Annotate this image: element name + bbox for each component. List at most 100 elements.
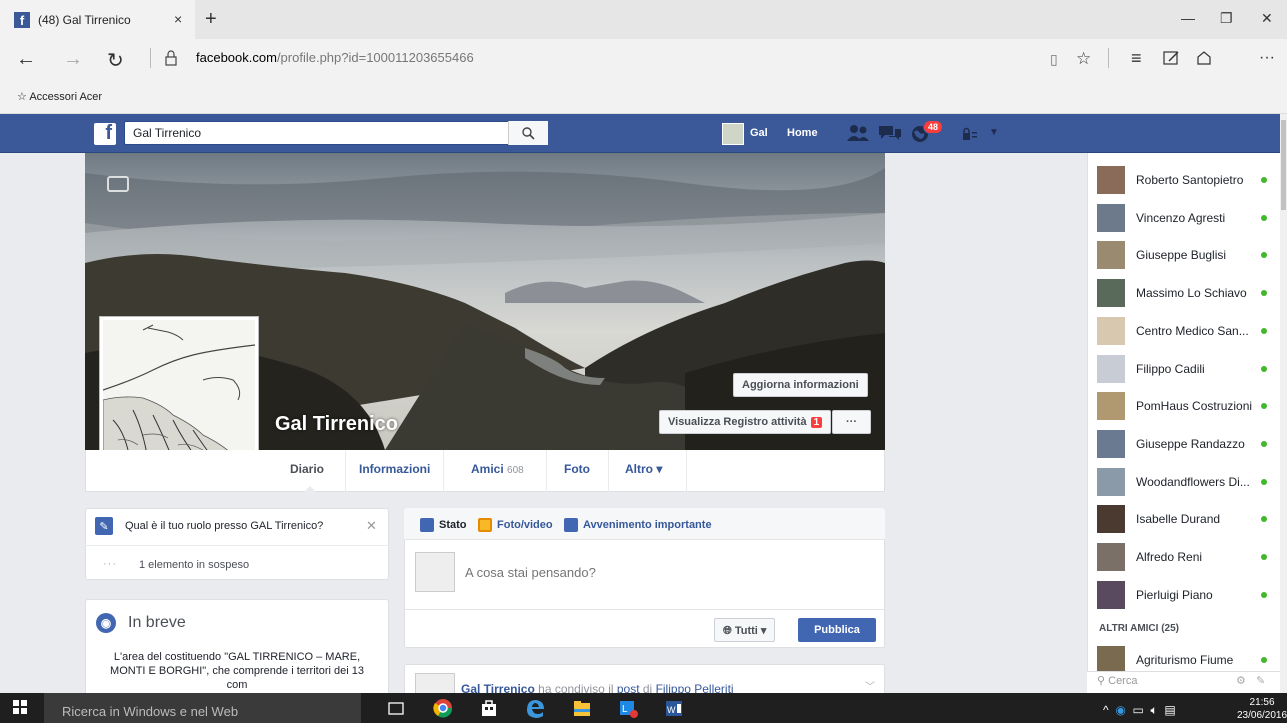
windows-start-icon[interactable] [13, 700, 27, 714]
system-tray[interactable]: ^ ◉ ▭ 🔈︎ ▤ [1103, 703, 1176, 718]
chat-friend-item[interactable]: Giuseppe Randazzo [1097, 429, 1275, 459]
header-home-link[interactable]: Home [787, 127, 818, 139]
edge-icon[interactable] [524, 697, 546, 719]
taskbar-search-placeholder: Ricerca in Windows e nel Web [62, 704, 239, 719]
tab-altro[interactable]: Altro ▾ [625, 462, 662, 476]
back-icon[interactable]: ← [16, 48, 36, 71]
new-tab-icon[interactable]: + [205, 8, 217, 31]
hub-icon[interactable]: ≡ [1131, 48, 1142, 69]
friend-avatar [1097, 392, 1125, 421]
tab-separator [345, 450, 346, 492]
chat-friend-item[interactable]: Vincenzo Agresti [1097, 203, 1275, 233]
friend-avatar [1097, 505, 1125, 534]
profile-name[interactable]: Gal Tirrenico [275, 413, 398, 436]
more-options-button[interactable]: ··· [832, 410, 871, 434]
chat-friend-item[interactable]: Massimo Lo Schiavo [1097, 278, 1275, 308]
favorites-item-accessori-acer[interactable]: ☆ Accessori Acer [17, 90, 102, 103]
composer-avatar [415, 552, 455, 592]
chat-friend-item[interactable]: Giuseppe Buglisi [1097, 240, 1275, 270]
composer-tab-stato[interactable]: Stato [420, 518, 467, 532]
header-profile-link[interactable]: Gal [750, 127, 768, 139]
url-path: /profile.php?id=100011203655466 [276, 50, 474, 65]
audience-selector-label: Tutti ▾ [734, 625, 767, 637]
friend-avatar [1097, 429, 1125, 458]
update-info-button[interactable]: Aggiorna informazioni [733, 373, 868, 397]
minimize-icon[interactable]: — [1181, 10, 1195, 26]
taskbar-clock[interactable]: 21:56 23/06/2016 [1237, 696, 1287, 722]
tab-separator [686, 450, 687, 492]
pending-items-link[interactable]: 1 elemento in sospeso [139, 559, 249, 571]
chat-friend-item[interactable]: Roberto Santopietro [1097, 165, 1275, 195]
store-icon[interactable] [478, 697, 500, 719]
friend-avatar [1097, 166, 1125, 194]
friend-requests-icon[interactable] [846, 124, 870, 142]
friends-count: 608 [507, 465, 524, 476]
messages-icon[interactable] [878, 124, 902, 142]
word-icon[interactable]: W [663, 697, 685, 719]
chrome-icon[interactable] [432, 697, 454, 719]
restore-icon[interactable]: ❐ [1220, 10, 1233, 27]
chat-friend-item[interactable]: PomHaus Costruzioni [1097, 391, 1275, 421]
composer-tab-foto[interactable]: Foto/video [478, 518, 553, 532]
account-menu-chevron-down-icon[interactable]: ▼ [989, 127, 999, 138]
forward-icon[interactable]: → [63, 48, 83, 71]
friend-avatar [1097, 646, 1125, 674]
more-icon[interactable]: ··· [1259, 49, 1275, 67]
search-button[interactable] [508, 121, 548, 145]
window-close-icon[interactable]: ✕ [1261, 10, 1273, 27]
task-view-icon[interactable] [385, 697, 407, 719]
address-bar[interactable]: facebook.com/profile.php?id=100011203655… [196, 50, 474, 65]
tab-diario[interactable]: Diario [290, 462, 324, 476]
privacy-shortcuts-icon[interactable] [962, 127, 978, 141]
chat-friend-item[interactable]: Alfredo Reni [1097, 542, 1275, 572]
new-message-icon[interactable]: ✎ [1256, 674, 1265, 687]
web-note-icon[interactable] [1163, 50, 1181, 66]
camera-icon[interactable] [107, 176, 129, 192]
notification-center-icon: ▤ [1164, 703, 1176, 717]
composer-tab-avvenimento[interactable]: Avvenimento importante [564, 518, 712, 532]
composer-tab-stato-label: Stato [439, 519, 467, 531]
friend-name: Giuseppe Buglisi [1136, 248, 1227, 263]
tab-foto[interactable]: Foto [564, 462, 590, 476]
status-pencil-icon [420, 518, 434, 532]
chat-search-placeholder: Cerca [1108, 675, 1138, 687]
lync-icon[interactable]: L [617, 697, 639, 719]
chat-friend-item[interactable]: Centro Medico San... [1097, 316, 1275, 346]
chat-search-input[interactable]: ⚲ Cerca [1097, 674, 1137, 687]
chat-sidebar [1087, 153, 1280, 693]
chat-friend-item[interactable]: Filippo Cadili [1097, 354, 1275, 384]
tab-close-icon[interactable]: × [174, 11, 182, 27]
activity-log-button[interactable]: Visualizza Registro attività 1 [659, 410, 832, 434]
scrollbar-thumb[interactable] [1281, 120, 1286, 210]
refresh-icon[interactable]: ↻ [107, 48, 124, 73]
role-question[interactable]: Qual è il tuo ruolo presso GAL Tirrenico… [125, 520, 323, 532]
chat-friend-item[interactable]: Woodandflowers Di... [1097, 467, 1275, 497]
friend-avatar [1097, 241, 1125, 270]
browser-tab[interactable]: f (48) Gal Tirrenico × [0, 0, 195, 39]
friend-name: Giuseppe Randazzo [1136, 436, 1245, 451]
svg-text:L: L [622, 704, 628, 715]
facebook-search-input[interactable] [124, 121, 548, 145]
friend-avatar [1097, 203, 1125, 232]
friend-name: Woodandflowers Di... [1136, 474, 1250, 489]
online-dot-icon [1261, 290, 1267, 297]
post-options-chevron-down-icon[interactable]: ﹀ [865, 678, 875, 693]
reading-view-icon[interactable]: ▯ [1050, 51, 1058, 68]
tab-amici[interactable]: Amici 608 [471, 462, 524, 476]
file-explorer-icon[interactable] [571, 697, 593, 719]
friend-name: Centro Medico San... [1136, 323, 1249, 338]
tab-informazioni[interactable]: Informazioni [359, 462, 430, 476]
share-icon[interactable] [1196, 50, 1212, 66]
nav-separator [150, 48, 151, 68]
chat-friend-item[interactable]: Pierluigi Piano [1097, 580, 1275, 610]
status-input[interactable] [465, 565, 845, 580]
favorite-star-icon[interactable]: ☆ [1076, 49, 1091, 69]
publish-button[interactable]: Pubblica [798, 618, 876, 642]
close-icon[interactable]: ✕ [366, 518, 377, 534]
active-tab-indicator [303, 486, 317, 493]
header-avatar[interactable] [722, 123, 744, 145]
chat-settings-gear-icon[interactable]: ⚙ [1236, 674, 1246, 687]
chat-friend-item[interactable]: Isabelle Durand [1097, 504, 1275, 534]
audience-selector[interactable]: 🌐︎ Tutti ▾ [714, 618, 776, 642]
facebook-logo-icon[interactable]: f [94, 122, 116, 145]
